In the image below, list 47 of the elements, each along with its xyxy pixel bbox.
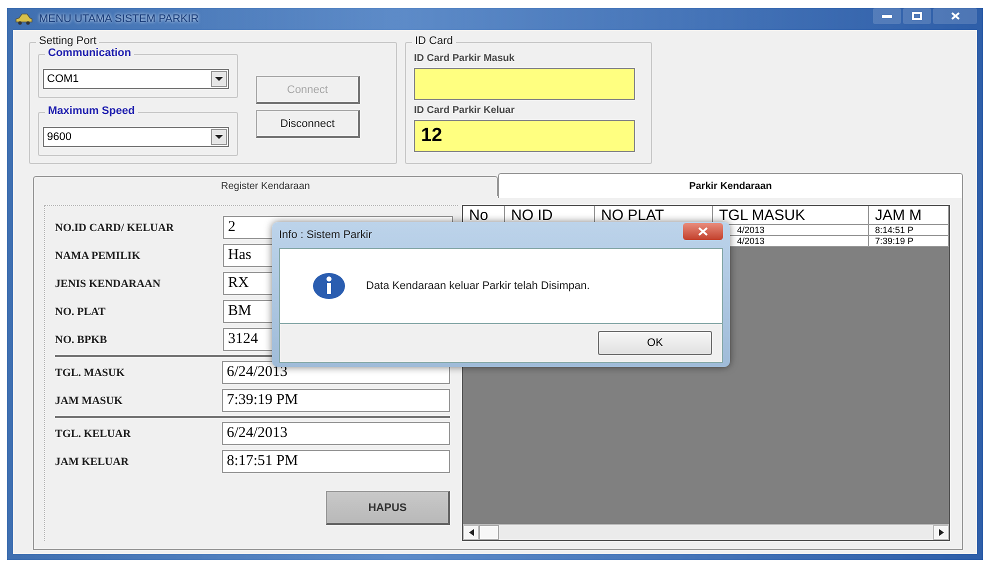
field-label: NO. BPKB (55, 334, 108, 346)
dropdown-arrow-icon[interactable] (215, 76, 223, 82)
maximize-button[interactable] (903, 8, 931, 24)
input-field[interactable]: 8:17:51 PM (222, 450, 450, 473)
dropdown-field[interactable]: COM1 (43, 69, 229, 89)
field-label: JAM KELUAR (55, 456, 130, 468)
dropdown-field[interactable]: 9600 (43, 127, 229, 147)
field-label: JAM MASUK (55, 394, 124, 406)
maximize-icon (912, 12, 922, 20)
hapus-button[interactable]: HAPUS (326, 491, 450, 525)
horizontal-scrollbar[interactable] (463, 524, 949, 540)
field-label: NO.ID CARD/ KELUAR (55, 222, 175, 234)
scroll-right-icon[interactable] (938, 529, 944, 536)
field-label: ID Card Parkir Masuk (414, 53, 516, 64)
ok-button[interactable]: OK (598, 331, 712, 355)
tab[interactable]: Register Kendaraan (33, 176, 498, 196)
field-label: NO. PLAT (55, 306, 107, 318)
disconnect-button[interactable]: Disconnect (256, 110, 360, 138)
dropdown-arrow-icon[interactable] (215, 134, 223, 140)
close-button[interactable] (933, 8, 977, 24)
column-header[interactable]: JAM M (869, 206, 949, 225)
close-icon (950, 12, 960, 20)
input-field[interactable]: 12 (414, 120, 635, 152)
minimize-icon (882, 14, 892, 18)
close-icon (698, 226, 708, 236)
group-title: Setting Port (36, 35, 100, 47)
tab[interactable]: Parkir Kendaraan (498, 173, 963, 198)
field-label: TGL. MASUK (55, 366, 126, 378)
close-button[interactable] (683, 222, 723, 240)
info-icon (312, 271, 346, 301)
car-icon (15, 13, 33, 25)
field-label: ID Card Parkir Keluar (414, 105, 516, 116)
field-label: JENIS KENDARAAN (55, 278, 162, 290)
dialog-title: Info : Sistem Parkir (279, 229, 372, 241)
scroll-left-icon[interactable] (468, 529, 474, 536)
table-cell: 7:39:19 P (869, 236, 949, 247)
group-title: Communication (45, 47, 134, 59)
group-title: Maximum Speed (45, 105, 138, 117)
input-field[interactable] (414, 68, 635, 100)
input-field[interactable]: 7:39:19 PM (222, 389, 450, 412)
scroll-thumb[interactable] (479, 525, 499, 540)
field-label: TGL. KELUAR (55, 428, 132, 440)
minimize-button[interactable] (873, 8, 901, 24)
group-title: ID Card (412, 35, 456, 47)
input-field[interactable]: 6/24/2013 (222, 422, 450, 445)
field-label: NAMA PEMILIK (55, 250, 142, 262)
window-title: MENU UTAMA SISTEM PARKIR (39, 13, 199, 25)
